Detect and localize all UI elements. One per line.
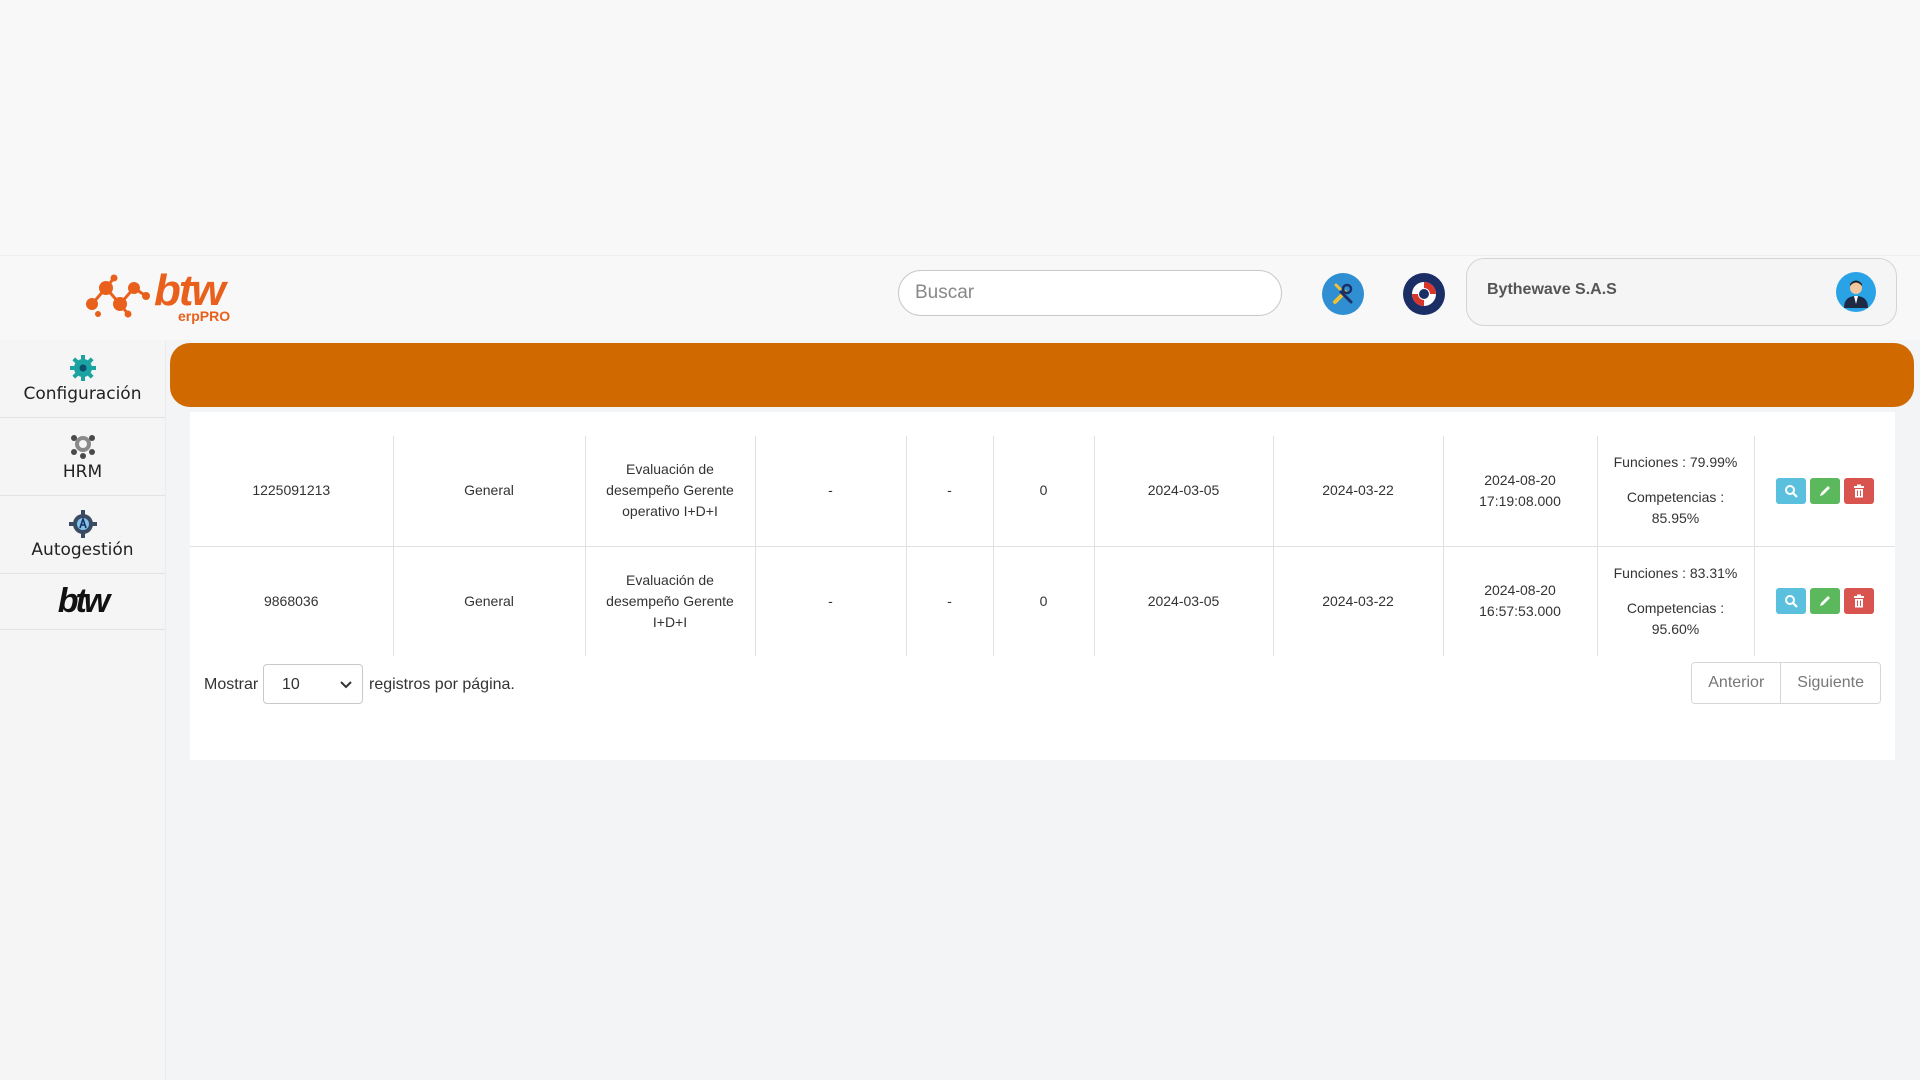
tools-icon bbox=[1333, 283, 1353, 304]
competencias-value: 95.60% bbox=[1651, 620, 1700, 637]
gear-icon bbox=[69, 354, 96, 381]
cell-type: General bbox=[393, 546, 586, 656]
page-size-value: 10 bbox=[282, 676, 300, 693]
trash-icon bbox=[1853, 594, 1864, 608]
molecule-logo-icon bbox=[86, 274, 150, 318]
search-icon bbox=[1784, 595, 1798, 609]
sidebar-item-btw[interactable]: btw bbox=[0, 574, 165, 630]
delete-button[interactable] bbox=[1843, 477, 1874, 504]
funciones-value: Funciones : 83.31% bbox=[1613, 564, 1738, 581]
edit-button[interactable] bbox=[1809, 477, 1840, 504]
created-time: 17:19:08.000 bbox=[1479, 492, 1561, 509]
sidebar-item-label: HRM bbox=[62, 461, 103, 482]
sidebar-item-label: Configuración bbox=[23, 383, 142, 404]
evaluations-table: 1225091213 General Evaluación de desempe… bbox=[190, 436, 1895, 656]
cell-dash: - bbox=[906, 546, 994, 656]
logo-subtitle: erpPRO bbox=[178, 308, 231, 324]
cell-dash: - bbox=[755, 546, 907, 656]
table-row: 1225091213 General Evaluación de desempe… bbox=[190, 436, 1895, 547]
cell-id: 9868036 bbox=[190, 546, 394, 656]
sidebar: Configuración HRM Autogestión btw bbox=[0, 340, 166, 1080]
tools-button[interactable] bbox=[1322, 273, 1364, 315]
avatar[interactable] bbox=[1836, 272, 1876, 312]
cell-name: Evaluación de desempeño Gerente I+D+I bbox=[585, 546, 756, 656]
top-bar: btw erpPRO Bythewave S.A.S bbox=[0, 255, 1920, 340]
competencias-value: 85.95% bbox=[1651, 510, 1700, 527]
chevron-down-icon bbox=[340, 681, 352, 689]
cell-end-date: 2024-03-22 bbox=[1273, 546, 1444, 656]
view-button[interactable] bbox=[1775, 477, 1806, 504]
search-input[interactable] bbox=[898, 270, 1282, 316]
results-card: 1225091213 General Evaluación de desempe… bbox=[190, 412, 1895, 760]
cell-count: 0 bbox=[993, 546, 1095, 656]
people-gear-icon bbox=[70, 434, 95, 459]
edit-button[interactable] bbox=[1809, 588, 1840, 615]
trash-icon bbox=[1853, 484, 1864, 498]
page-size-select[interactable]: 10 bbox=[263, 664, 363, 704]
cell-start-date: 2024-03-05 bbox=[1094, 546, 1274, 656]
sidebar-item-label: Autogestión bbox=[31, 539, 134, 560]
cell-results: Funciones : 79.99% Competencias : 85.95% bbox=[1597, 436, 1755, 547]
view-button[interactable] bbox=[1775, 588, 1806, 615]
next-page-button[interactable]: Siguiente bbox=[1780, 663, 1880, 703]
show-label: Mostrar bbox=[204, 676, 259, 693]
cell-start-date: 2024-03-05 bbox=[1094, 436, 1274, 547]
cell-type: General bbox=[393, 436, 586, 547]
per-page-label: registros por página. bbox=[369, 676, 515, 693]
cell-actions bbox=[1754, 436, 1895, 547]
created-date: 2024-08-20 bbox=[1484, 582, 1556, 599]
cell-end-date: 2024-03-22 bbox=[1273, 436, 1444, 547]
search-icon bbox=[1784, 484, 1798, 498]
erp-logo[interactable]: btw erpPRO bbox=[84, 266, 234, 326]
cell-dash: - bbox=[755, 436, 907, 547]
cell-results: Funciones : 83.31% Competencias : 95.60% bbox=[1597, 546, 1755, 656]
cell-count: 0 bbox=[993, 436, 1095, 547]
prev-page-button[interactable]: Anterior bbox=[1692, 663, 1781, 703]
competencias-label: Competencias : bbox=[1626, 489, 1725, 506]
user-menu[interactable]: Bythewave S.A.S bbox=[1466, 258, 1897, 326]
cell-created: 2024-08-20 17:19:08.000 bbox=[1443, 436, 1598, 547]
lifebuoy-icon bbox=[1412, 282, 1436, 306]
sidebar-item-hrm[interactable]: HRM bbox=[0, 418, 165, 496]
page-header-bar bbox=[170, 343, 1914, 407]
funciones-value: Funciones : 79.99% bbox=[1613, 454, 1738, 471]
table-footer: Mostrar 10 registros por página. Anterio… bbox=[190, 662, 1895, 724]
sidebar-item-autogestion[interactable]: Autogestión bbox=[0, 496, 165, 574]
sidebar-item-configuracion[interactable]: Configuración bbox=[0, 340, 165, 418]
table-row: 9868036 General Evaluación de desempeño … bbox=[190, 546, 1895, 656]
help-button[interactable] bbox=[1403, 273, 1445, 315]
auto-gear-icon bbox=[68, 509, 97, 538]
user-avatar-icon bbox=[1844, 280, 1868, 308]
created-time: 16:57:53.000 bbox=[1479, 603, 1561, 620]
pagination: Anterior Siguiente bbox=[1691, 662, 1881, 704]
pencil-icon bbox=[1819, 485, 1830, 496]
cell-created: 2024-08-20 16:57:53.000 bbox=[1443, 546, 1598, 656]
created-date: 2024-08-20 bbox=[1484, 471, 1556, 488]
company-name: Bythewave S.A.S bbox=[1487, 281, 1617, 298]
btw-brand-logo: btw bbox=[57, 582, 111, 620]
main-content: 1225091213 General Evaluación de desempe… bbox=[166, 340, 1920, 1080]
cell-name: Evaluación de desempeño Gerente operativ… bbox=[585, 436, 756, 547]
pencil-icon bbox=[1819, 596, 1830, 607]
cell-actions bbox=[1754, 546, 1895, 656]
competencias-label: Competencias : bbox=[1626, 599, 1725, 616]
delete-button[interactable] bbox=[1843, 588, 1874, 615]
cell-dash: - bbox=[906, 436, 994, 547]
cell-id: 1225091213 bbox=[190, 436, 394, 547]
